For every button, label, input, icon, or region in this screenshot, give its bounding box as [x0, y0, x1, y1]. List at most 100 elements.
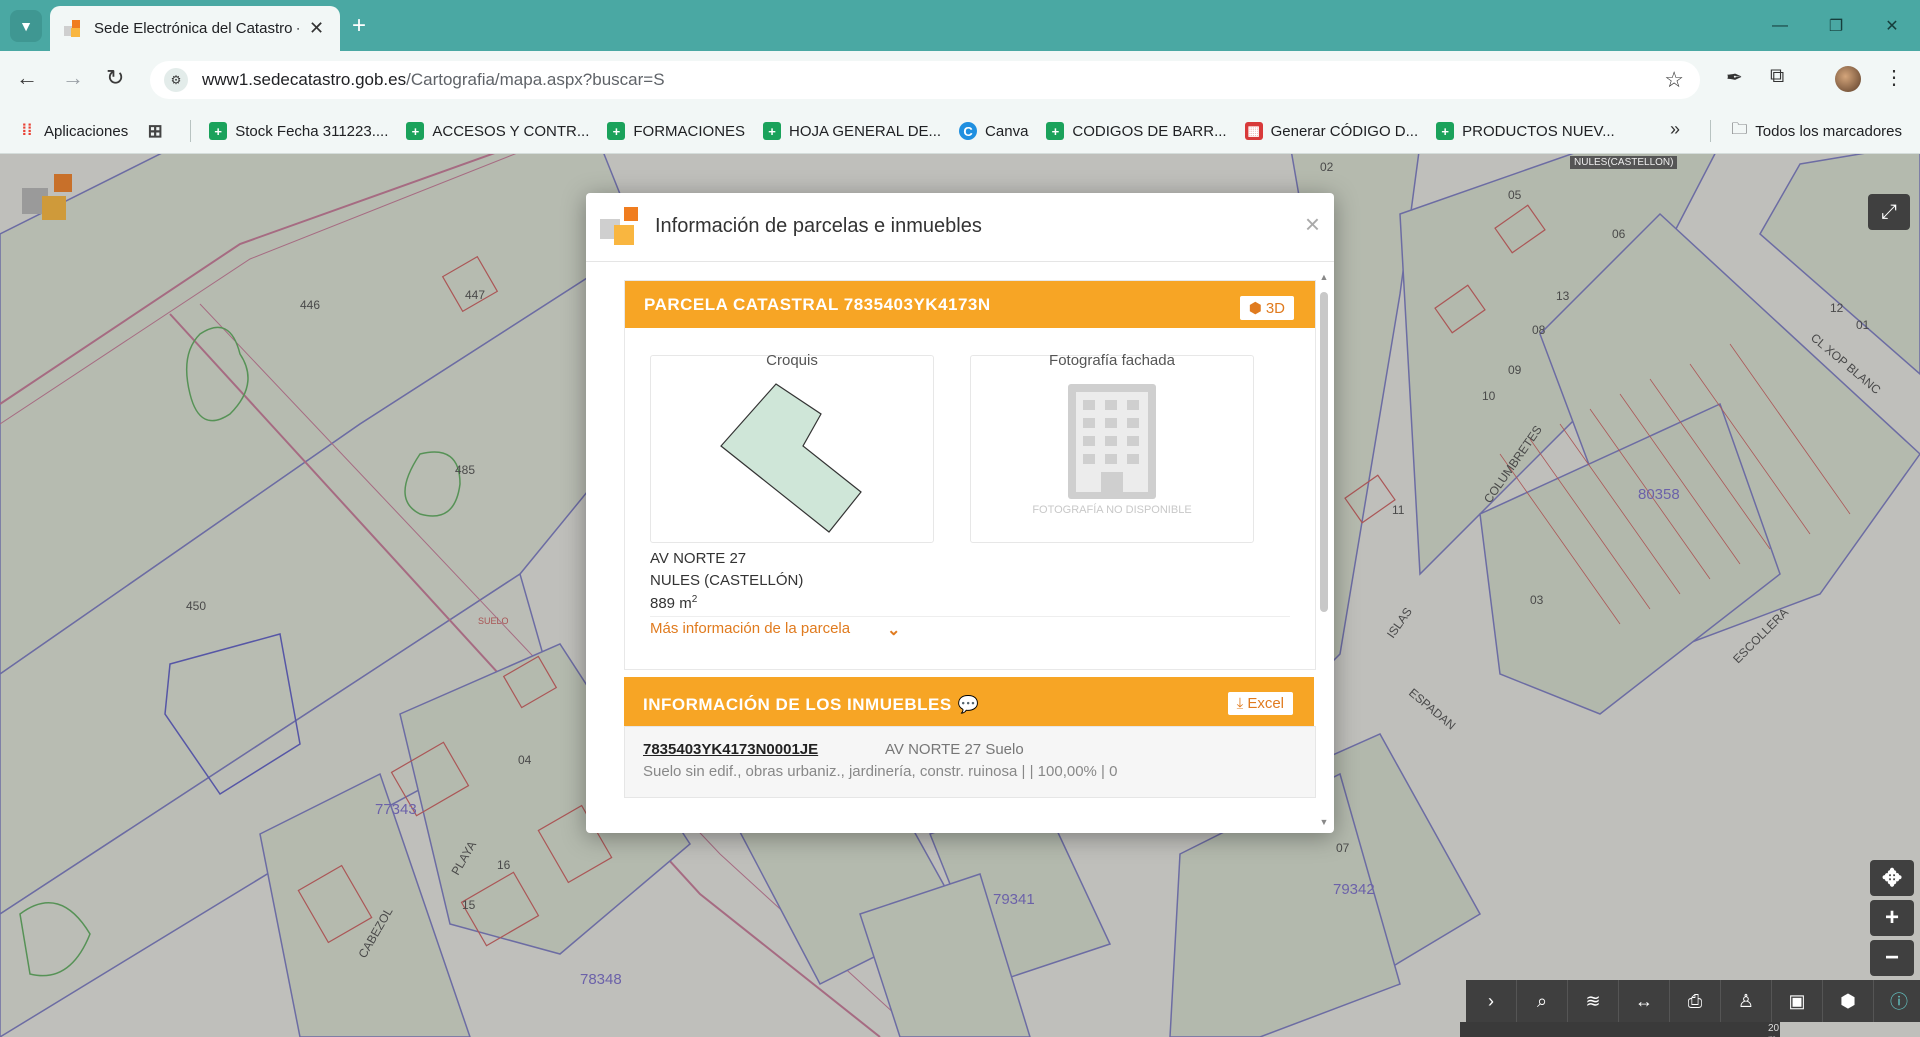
tab-bar: ▼ Sede Electrónica del Catastro - ✕ + — … — [0, 0, 1920, 51]
excel-export-button[interactable]: ⤓ Excel — [1227, 692, 1293, 715]
more-bookmarks-icon[interactable]: » — [1670, 119, 1680, 140]
back-arrow-icon[interactable]: ← — [16, 65, 38, 91]
sheets-icon: + — [1046, 122, 1065, 140]
scroll-down-icon[interactable]: ▼ — [1318, 817, 1330, 827]
bookmark-item[interactable]: + PRODUCTOS NUEV... — [1436, 122, 1615, 140]
scale-bar: 20 m — [1460, 1022, 1780, 1037]
apps-grid-icon: ⁞⁞ — [21, 122, 33, 139]
bookmark-item[interactable]: + HOJA GENERAL DE... — [763, 122, 941, 140]
eyedropper-extension-icon[interactable]: ✒ — [1726, 65, 1743, 90]
sheets-icon: + — [763, 122, 782, 140]
folder-icon: 🗀 — [1731, 120, 1748, 138]
sheets-icon: + — [406, 122, 425, 140]
browser-toolbar: ← → ↻ ⚙ www1.sedecatastro.gob.es/Cartogr… — [0, 51, 1920, 109]
measure-icon[interactable]: ↔ — [1619, 980, 1670, 1022]
new-tab-button[interactable]: + — [352, 12, 366, 40]
layers-icon[interactable]: ≋ — [1568, 980, 1619, 1022]
bookmark-apps[interactable]: ⁞⁞ Aplicaciones — [18, 122, 129, 140]
map-tools: › ⌕ ≋ ↔ ⎙ ♙ ▣ ⬢ ⓘ — [1466, 980, 1920, 1022]
browser-menu-icon[interactable]: ⋮ — [1884, 65, 1904, 90]
url-text[interactable]: www1.sedecatastro.gob.es/Cartografia/map… — [202, 70, 665, 90]
catastro-logo-icon — [600, 207, 638, 245]
dialog-title: Información de parcelas e inmuebles — [655, 215, 982, 237]
dialog-header: Información de parcelas e inmuebles × — [586, 193, 1334, 262]
chevron-down-icon[interactable]: ⌄ — [887, 620, 900, 640]
zoom-in-button[interactable]: + — [1870, 900, 1914, 936]
3d-blocks-icon: ⬢ — [1248, 300, 1262, 317]
bookmark-item[interactable]: ▦ Generar CÓDIGO D... — [1244, 122, 1418, 140]
dialog-body: ▲ ▼ PARCELA CATASTRAL 7835403YK4173N ⬢ 3D… — [586, 262, 1334, 833]
sheets-icon: + — [209, 122, 228, 140]
parcel-panel: PARCELA CATASTRAL 7835403YK4173N ⬢ 3D Cro… — [624, 280, 1316, 670]
bookmark-tab-groups[interactable]: ⊞ — [146, 120, 172, 141]
barcode-site-icon: ▦ — [1244, 122, 1263, 140]
property-description: Suelo sin edif., obras urbaniz., jardine… — [643, 763, 1118, 780]
bookmark-star-icon[interactable]: ☆ — [1664, 67, 1684, 93]
download-icon: ⤓ — [1236, 695, 1244, 712]
3d-button[interactable]: ⬢ 3D — [1239, 296, 1294, 320]
photo-unavailable-text: FOTOGRAFÍA NO DISPONIBLE — [1032, 504, 1192, 516]
tab-close-icon[interactable]: ✕ — [309, 18, 324, 39]
all-bookmarks[interactable]: 🗀 Todos los marcadores — [1710, 109, 1902, 153]
divider — [650, 616, 1290, 617]
municipality-label: NULES(CASTELLON) — [1570, 156, 1678, 169]
site-settings-icon[interactable]: ⚙ — [164, 68, 188, 92]
parcel-reference-title: PARCELA CATASTRAL 7835403YK4173N — [644, 294, 991, 314]
fullscreen-icon[interactable]: ⤢ — [1868, 194, 1910, 230]
property-reference-link[interactable]: 7835403YK4173N0001JE — [643, 741, 818, 758]
properties-panel-header: INFORMACIÓN DE LOS INMUEBLES 💬 ⤓ Excel — [624, 677, 1314, 733]
zoom-out-button[interactable]: − — [1870, 940, 1914, 976]
tab-search-chevron-icon[interactable]: ▼ — [10, 10, 42, 42]
tab-groups-icon: ⊞ — [147, 120, 163, 141]
canva-icon: C — [959, 122, 978, 140]
restore-button[interactable]: ❐ — [1808, 0, 1864, 51]
street-view-icon[interactable]: ♙ — [1721, 980, 1772, 1022]
close-window-button[interactable]: ✕ — [1864, 0, 1920, 51]
scroll-up-icon[interactable]: ▲ — [1318, 272, 1330, 282]
dialog-scrollbar[interactable]: ▲ ▼ — [1318, 272, 1330, 827]
parcel-address-line2: NULES (CASTELLÓN) — [650, 572, 804, 589]
property-address: AV NORTE 27 Suelo — [885, 741, 1024, 758]
forward-arrow-icon[interactable]: → — [62, 65, 84, 91]
bookmark-item[interactable]: C Canva — [959, 122, 1028, 140]
close-icon[interactable]: × — [1305, 209, 1320, 240]
parcel-sketch — [720, 383, 862, 533]
reload-icon[interactable]: ↻ — [106, 65, 124, 91]
3d-view-icon[interactable]: ⬢ — [1823, 980, 1874, 1022]
search-icon[interactable]: ⌕ — [1517, 980, 1568, 1022]
catastro-logo-icon — [22, 174, 72, 220]
info-icon[interactable]: ⓘ — [1874, 980, 1920, 1022]
profile-avatar[interactable] — [1835, 66, 1861, 92]
browser-tab[interactable]: Sede Electrónica del Catastro - ✕ — [50, 6, 340, 51]
scroll-thumb[interactable] — [1320, 292, 1328, 612]
image-layer-icon[interactable]: ▣ — [1772, 980, 1823, 1022]
catastro-favicon-icon — [64, 19, 82, 38]
bookmark-item[interactable]: + Stock Fecha 311223.... — [209, 122, 388, 140]
window-controls: — ❐ ✕ — [1752, 0, 1920, 51]
expand-tools-icon[interactable]: › — [1466, 980, 1517, 1022]
croquis-pane[interactable]: Croquis — [650, 352, 934, 543]
properties-title: INFORMACIÓN DE LOS INMUEBLES — [643, 695, 952, 714]
property-row: 7835403YK4173N0001JE AV NORTE 27 Suelo S… — [624, 726, 1316, 798]
bookmark-item[interactable]: + ACCESOS Y CONTR... — [406, 122, 589, 140]
bookmark-item[interactable]: + CODIGOS DE BARR... — [1046, 122, 1227, 140]
locate-icon[interactable]: ✥ — [1870, 860, 1914, 896]
bookmarks-separator — [190, 120, 192, 142]
sheets-icon: + — [1436, 122, 1455, 140]
bookmarks-bar: ⁞⁞ Aplicaciones ⊞ + Stock Fecha 311223....… — [0, 109, 1920, 154]
facade-photo-pane: Fotografía fachada FOTOGRAFÍA NO DISPONI… — [970, 352, 1254, 543]
more-parcel-info-link[interactable]: Más información de la parcela — [650, 620, 850, 637]
parcel-info-dialog: Información de parcelas e inmuebles × ▲ … — [586, 193, 1334, 833]
minimize-button[interactable]: — — [1752, 0, 1808, 51]
print-icon[interactable]: ⎙ — [1670, 980, 1721, 1022]
tab-title: Sede Electrónica del Catastro - — [94, 20, 299, 37]
parcel-area: 889 m2 — [650, 594, 698, 612]
bookmark-item[interactable]: + FORMACIONES — [607, 122, 745, 140]
parcel-panel-header: PARCELA CATASTRAL 7835403YK4173N ⬢ 3D — [625, 281, 1315, 328]
parcel-address-line1: AV NORTE 27 — [650, 550, 747, 567]
sheets-icon: + — [607, 122, 626, 140]
address-bar[interactable]: ⚙ www1.sedecatastro.gob.es/Cartografia/m… — [150, 61, 1700, 99]
properties-panel: INFORMACIÓN DE LOS INMUEBLES 💬 ⤓ Excel — [624, 677, 1314, 733]
extensions-puzzle-icon[interactable]: ⧉ — [1770, 65, 1784, 88]
comment-icon[interactable]: 💬 — [958, 695, 980, 715]
